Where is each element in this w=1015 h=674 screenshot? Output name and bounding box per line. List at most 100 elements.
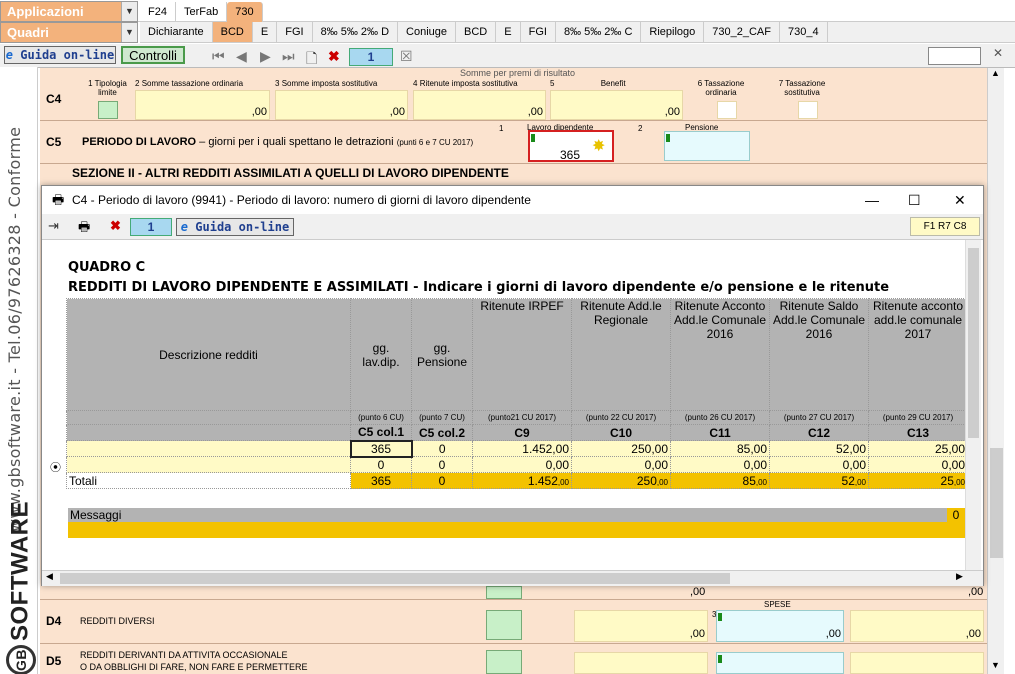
c4-col1-field[interactable]	[98, 101, 118, 119]
total-gg-pensione: 0	[411, 472, 473, 489]
dialog-vscroll-thumb[interactable]	[968, 248, 979, 438]
search-field[interactable]	[928, 47, 981, 65]
d-top-field[interactable]	[486, 586, 522, 599]
main-scrollbar[interactable]: ▲ ▼	[987, 68, 1004, 674]
green-marker	[718, 613, 722, 621]
exit-icon[interactable]: ⇥	[48, 218, 59, 234]
clear-icon[interactable]: ☒	[400, 48, 413, 65]
first-page-icon[interactable]: ⏮	[212, 48, 225, 65]
c4-col3-field[interactable]: ,00	[275, 90, 408, 120]
tab-e[interactable]: E	[252, 22, 278, 42]
dialog-toolbar: ⇥ 🖶 ✖ 1 e Guida on-line F1 R7 C8	[42, 214, 983, 240]
row-pointer-icon[interactable]: ⦿	[50, 459, 61, 475]
cell-gg-pensione[interactable]: 0	[411, 440, 473, 457]
scroll-thumb[interactable]	[990, 448, 1003, 558]
tab-fgi-coniuge[interactable]: FGI	[520, 22, 556, 42]
c4-col7-field[interactable]	[798, 101, 818, 119]
cell-gg-lav-selected[interactable]: 365	[349, 439, 413, 458]
guida-online-button[interactable]: e Guida on-line	[4, 46, 116, 64]
c4-col2-field[interactable]: ,00	[135, 90, 270, 120]
scroll-down-icon[interactable]: ▼	[991, 660, 1000, 670]
d4-code-field[interactable]	[486, 610, 522, 640]
cell-acconto-2017[interactable]: 25,00	[868, 440, 968, 457]
pensione-field[interactable]	[664, 131, 750, 161]
delete-icon[interactable]: ✖	[110, 218, 121, 234]
tab-bcd-coniuge[interactable]: BCD	[456, 22, 497, 42]
cell-acconto-comunale[interactable]: 0,00	[670, 456, 770, 473]
tab-730[interactable]: 730	[227, 2, 263, 22]
c4-col2-label: 2 Somme tassazione ordinaria	[135, 79, 244, 88]
dialog-hscroll[interactable]: ◀ ▶	[42, 570, 983, 586]
c4-col6-field[interactable]	[717, 101, 737, 119]
tab-f24[interactable]: F24	[140, 2, 176, 22]
code-cell: C11	[670, 424, 770, 441]
quadro-label: QUADRO C	[68, 260, 146, 275]
close-icon[interactable]: ✕	[993, 46, 1003, 60]
cell-descrizione[interactable]	[66, 440, 351, 457]
table-row[interactable]: 0 0 0,00 0,00 0,00 0,00 0,00	[66, 456, 968, 473]
tab-e-coniuge[interactable]: E	[496, 22, 521, 42]
cell-gg-lav[interactable]: 0	[350, 456, 412, 473]
cell-regionale[interactable]: 0,00	[571, 456, 671, 473]
d5-code-field[interactable]	[486, 650, 522, 674]
table-row[interactable]: 365 0 1.452,00 250,00 85,00 52,00 25,00	[66, 439, 968, 458]
cell-acconto-2017[interactable]: 0,00	[868, 456, 968, 473]
close-icon[interactable]: ✕	[954, 186, 966, 214]
chevron-down-icon[interactable]: ▼	[121, 2, 137, 21]
cell-saldo-comunale[interactable]: 52,00	[769, 440, 869, 457]
d5-amount-field[interactable]	[574, 652, 708, 674]
code-cell: C5 col.1	[350, 424, 412, 441]
c4-col5-field[interactable]: ,00	[550, 90, 683, 120]
last-page-icon[interactable]: ⏭	[282, 48, 295, 65]
print-icon[interactable]: 🖶	[78, 218, 90, 240]
tab-bcd[interactable]: BCD	[212, 22, 253, 42]
scroll-left-icon[interactable]: ◀	[46, 571, 53, 582]
quadri-select[interactable]: Quadri ▼	[0, 22, 138, 43]
tab-permille-d[interactable]: 8‰ 5‰ 2‰ D	[312, 22, 399, 42]
total-acconto-2017: 25	[940, 473, 954, 488]
tab-permille-c[interactable]: 8‰ 5‰ 2‰ C	[555, 22, 642, 42]
col-header-regionale: Ritenute Add.le Regionale	[571, 298, 671, 411]
green-marker	[531, 134, 535, 142]
page-number-field[interactable]: 1	[349, 48, 393, 66]
dialog-guida-button[interactable]: e Guida on-line	[176, 218, 294, 236]
next-page-icon[interactable]: ▶	[260, 48, 271, 65]
tab-riepilogo[interactable]: Riepilogo	[641, 22, 705, 42]
app-icon: 🖶	[52, 192, 65, 207]
lavoro-dipendente-field[interactable]: 365 ✸	[528, 130, 614, 162]
maximize-icon[interactable]: ☐	[908, 186, 921, 214]
col-header-descrizione: Descrizione redditi	[66, 298, 351, 411]
dialog-page-field[interactable]: 1	[130, 218, 172, 236]
cell-irpef[interactable]: 1.452,00	[472, 440, 572, 457]
dialog-hscroll-thumb[interactable]	[60, 573, 730, 584]
scroll-up-icon[interactable]: ▲	[991, 68, 1000, 78]
controlli-button[interactable]: Controlli	[121, 46, 185, 64]
cell-regionale[interactable]: 250,00	[571, 440, 671, 457]
d4-col4-field[interactable]: ,00	[850, 610, 984, 642]
tab-dichiarante[interactable]: Dichiarante	[140, 22, 213, 42]
applicazioni-select[interactable]: Applicazioni ▼	[0, 1, 138, 22]
cell-gg-pensione[interactable]: 0	[411, 456, 473, 473]
scroll-right-icon[interactable]: ▶	[956, 571, 963, 582]
minimize-icon[interactable]: —	[865, 186, 879, 214]
delete-page-icon[interactable]: ✖	[328, 48, 340, 65]
tab-730-4[interactable]: 730_4	[780, 22, 828, 42]
cell-descrizione[interactable]	[66, 456, 351, 473]
d4-spese-field[interactable]: ,00	[716, 610, 844, 642]
cell-acconto-comunale[interactable]: 85,00	[670, 440, 770, 457]
chevron-down-icon[interactable]: ▼	[121, 23, 137, 42]
row-c4: C4 1 Tipologia limite 2 Somme tassazione…	[40, 76, 987, 121]
tab-terfab[interactable]: TerFab	[176, 2, 228, 22]
c4-col4-field[interactable]: ,00	[413, 90, 546, 120]
cell-irpef[interactable]: 0,00	[472, 456, 572, 473]
d5-spese-field[interactable]	[716, 652, 844, 674]
green-marker	[718, 655, 722, 663]
prev-page-icon[interactable]: ◀	[236, 48, 247, 65]
d5-col4-field[interactable]	[850, 652, 984, 674]
tab-fgi[interactable]: FGI	[277, 22, 313, 42]
tab-730-2-caf[interactable]: 730_2_CAF	[704, 22, 780, 42]
tab-coniuge[interactable]: Coniuge	[398, 22, 457, 42]
cell-saldo-comunale[interactable]: 0,00	[769, 456, 869, 473]
d4-amount-field[interactable]: ,00	[574, 610, 708, 642]
dialog-vscroll[interactable]	[965, 240, 981, 570]
